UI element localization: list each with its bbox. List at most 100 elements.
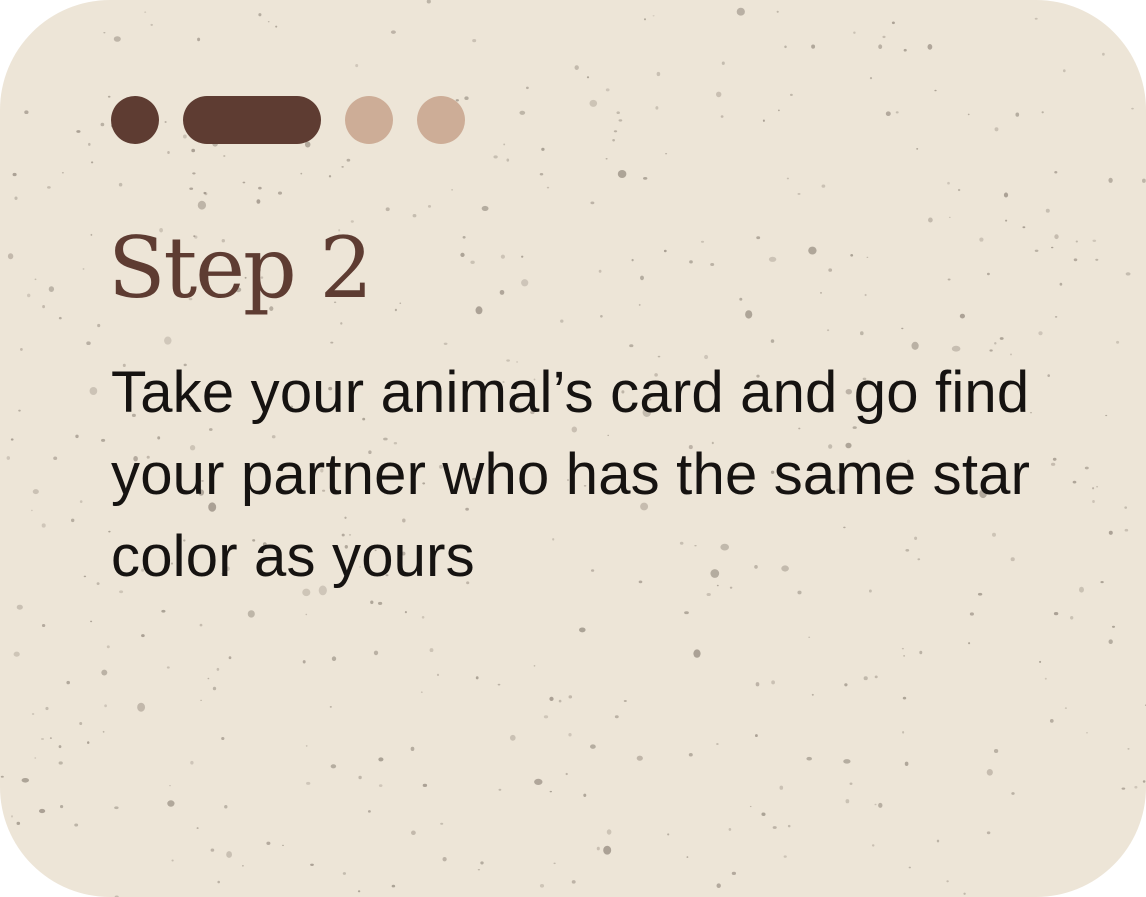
speckle bbox=[114, 806, 119, 810]
speckle bbox=[1124, 506, 1128, 509]
speckle bbox=[390, 30, 396, 34]
speckle bbox=[716, 743, 719, 745]
speckle bbox=[790, 93, 793, 96]
speckle bbox=[596, 846, 600, 851]
speckle bbox=[772, 826, 777, 829]
speckle bbox=[1053, 611, 1059, 616]
speckle bbox=[755, 682, 760, 687]
speckle bbox=[497, 683, 501, 686]
speckle bbox=[1116, 340, 1120, 344]
speckle bbox=[957, 188, 961, 192]
speckle bbox=[300, 172, 303, 175]
speckle bbox=[41, 623, 46, 628]
speckle bbox=[104, 704, 107, 708]
speckle bbox=[79, 721, 83, 726]
speckle bbox=[614, 715, 619, 719]
speckle bbox=[410, 746, 415, 752]
speckle bbox=[539, 172, 544, 176]
speckle bbox=[34, 278, 37, 281]
speckle bbox=[571, 880, 576, 884]
speckle bbox=[885, 111, 891, 117]
speckle bbox=[34, 757, 37, 759]
speckle bbox=[927, 44, 933, 50]
speckle bbox=[745, 310, 753, 319]
speckle bbox=[357, 890, 361, 893]
speckle bbox=[968, 642, 971, 645]
speckle bbox=[761, 812, 766, 816]
speckle bbox=[18, 409, 21, 412]
speckle bbox=[1034, 17, 1038, 20]
speckle bbox=[612, 138, 615, 142]
speckle bbox=[693, 649, 701, 658]
speckle bbox=[1034, 249, 1039, 252]
speckle bbox=[377, 601, 383, 605]
speckle bbox=[860, 331, 864, 336]
speckle bbox=[521, 255, 524, 258]
speckle bbox=[603, 845, 612, 855]
speckle bbox=[979, 237, 984, 242]
speckle bbox=[141, 634, 145, 638]
speckle bbox=[946, 880, 949, 883]
speckle bbox=[13, 651, 20, 657]
speckle bbox=[436, 673, 440, 677]
speckle bbox=[27, 293, 31, 298]
speckle bbox=[49, 737, 52, 739]
speckle bbox=[442, 856, 447, 862]
speckle bbox=[258, 13, 262, 17]
speckle bbox=[1059, 282, 1063, 286]
speckle bbox=[83, 575, 87, 578]
speckle bbox=[82, 268, 85, 270]
speckle bbox=[74, 823, 79, 827]
speckle bbox=[1079, 586, 1084, 593]
speckle bbox=[101, 669, 108, 676]
speckle bbox=[700, 240, 705, 243]
speckle bbox=[994, 342, 997, 345]
speckle bbox=[161, 609, 166, 613]
step-indicator-4 bbox=[417, 96, 465, 144]
speckle bbox=[31, 509, 33, 512]
speckle bbox=[629, 344, 634, 348]
speckle bbox=[24, 110, 29, 115]
speckle bbox=[472, 39, 477, 43]
speckle bbox=[908, 866, 911, 869]
speckle bbox=[341, 166, 344, 168]
speckle bbox=[902, 696, 907, 700]
speckle bbox=[844, 683, 848, 687]
speckle bbox=[916, 148, 919, 150]
speckle bbox=[549, 696, 554, 702]
speckle bbox=[399, 302, 402, 304]
speckle bbox=[821, 184, 826, 188]
speckle bbox=[590, 744, 596, 749]
speckle bbox=[197, 37, 201, 42]
speckle bbox=[878, 44, 883, 50]
speckle bbox=[118, 182, 123, 187]
speckle bbox=[919, 650, 923, 655]
speckle bbox=[21, 778, 30, 783]
speckle bbox=[440, 822, 444, 825]
speckle bbox=[1105, 414, 1108, 417]
speckle bbox=[342, 872, 347, 875]
speckle bbox=[47, 186, 51, 189]
speckle bbox=[618, 119, 623, 122]
speckle bbox=[169, 785, 171, 787]
speckle bbox=[902, 731, 905, 734]
speckle bbox=[1005, 219, 1008, 222]
speckle bbox=[1003, 192, 1009, 198]
speckle bbox=[986, 272, 990, 276]
speckle bbox=[76, 130, 81, 133]
speckle bbox=[1100, 581, 1104, 584]
speckle bbox=[1070, 616, 1074, 620]
step-title: Step 2 bbox=[108, 219, 373, 317]
speckle bbox=[58, 316, 62, 320]
speckle bbox=[936, 839, 940, 843]
speckle bbox=[247, 610, 255, 618]
speckle bbox=[90, 233, 93, 236]
speckle bbox=[598, 269, 602, 273]
speckle bbox=[10, 438, 14, 441]
speckle bbox=[48, 286, 55, 293]
speckle bbox=[266, 841, 271, 846]
speckle bbox=[644, 18, 646, 21]
speckle bbox=[1038, 331, 1043, 336]
speckle bbox=[969, 612, 974, 616]
speckle bbox=[0, 836, 5, 841]
